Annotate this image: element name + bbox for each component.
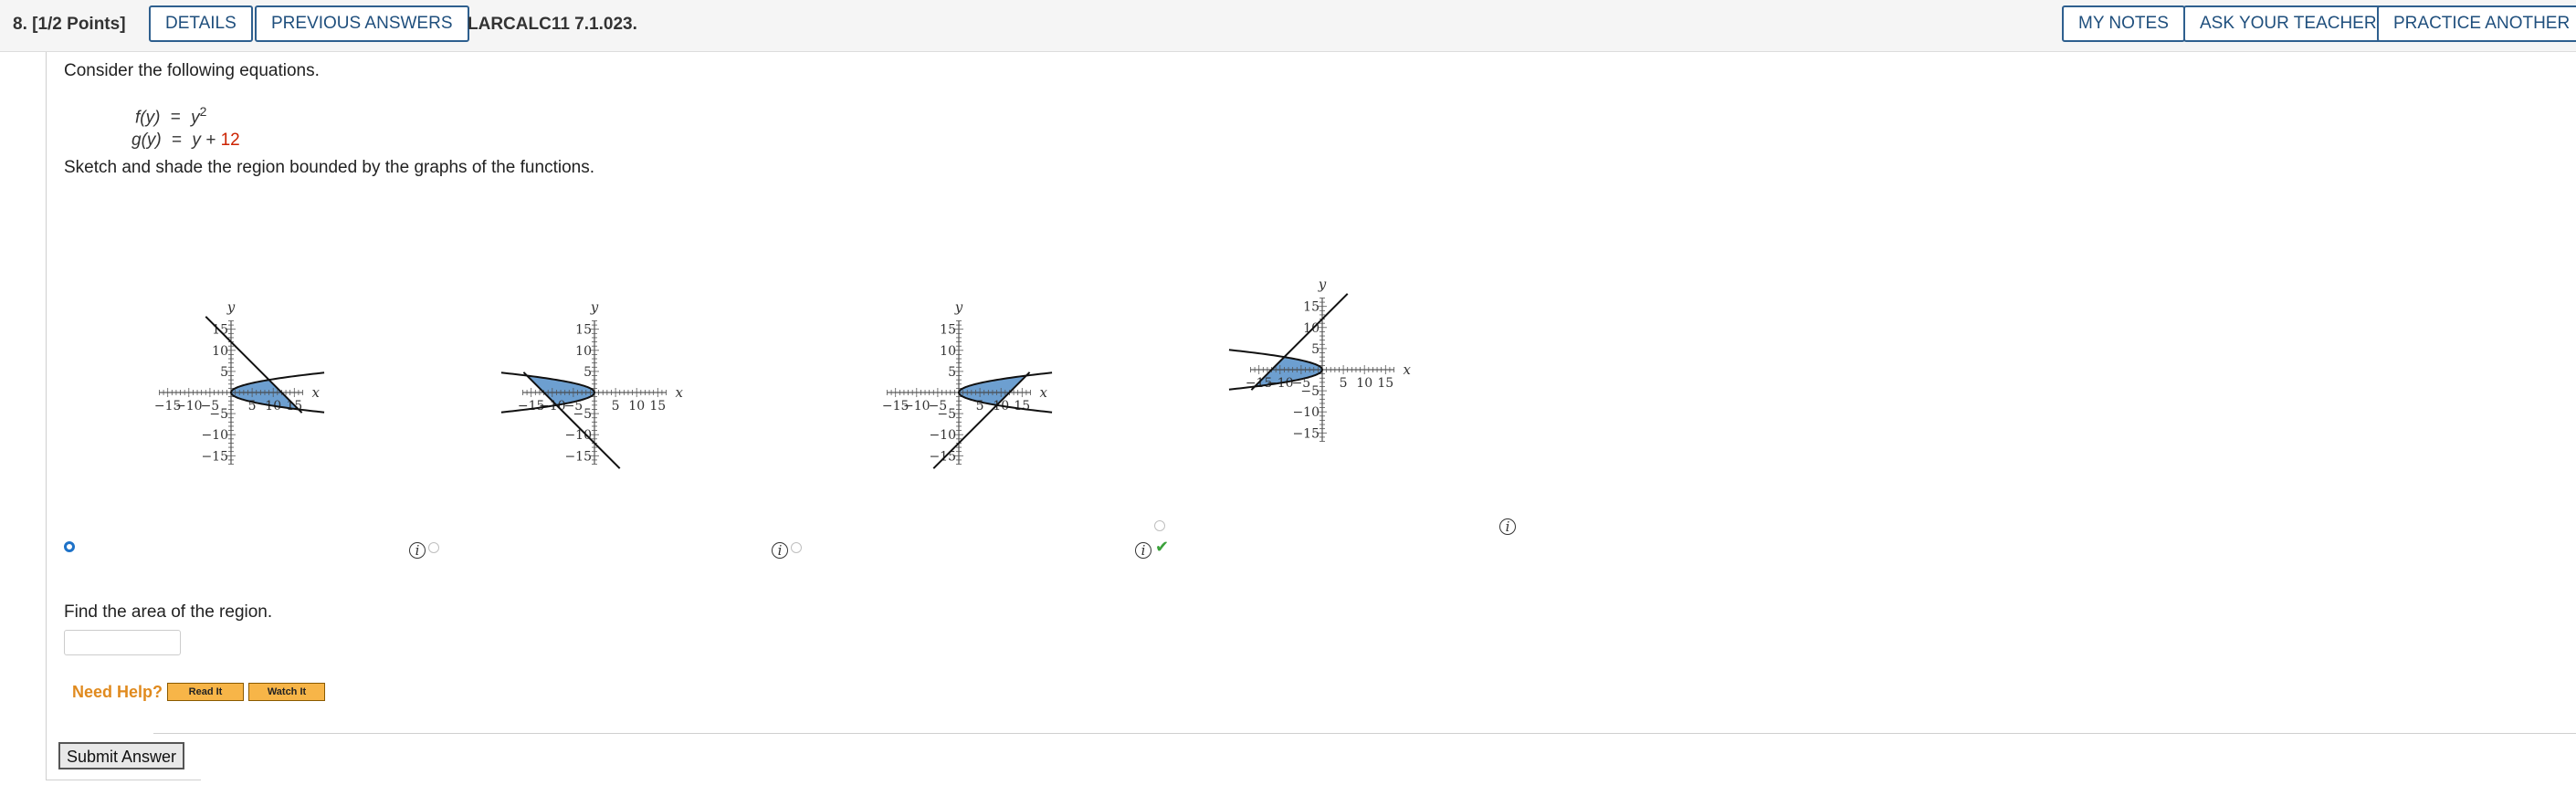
- x-axis-label: x: [1040, 384, 1048, 401]
- y-axis-label: y: [226, 298, 236, 315]
- question-number: 8. [1/2 Points]: [13, 15, 126, 34]
- y-tick-label: −15: [564, 449, 592, 464]
- y-tick-label: 10: [575, 344, 592, 359]
- y-tick-label: −10: [201, 428, 228, 443]
- y-axis-label: y: [1318, 276, 1327, 292]
- y-tick-label: −5: [1300, 384, 1320, 399]
- equation-g-lhs: g(y): [131, 131, 162, 150]
- x-tick-label: 5: [1340, 376, 1348, 391]
- y-tick-label: 15: [1303, 300, 1320, 315]
- y-tick-label: −5: [573, 407, 592, 422]
- x-tick-label: 10: [628, 399, 645, 413]
- y-tick-label: −10: [1292, 405, 1320, 420]
- y-tick-label: −10: [929, 428, 956, 443]
- details-button[interactable]: DETAILS: [149, 5, 253, 42]
- y-axis-label: y: [590, 298, 599, 315]
- correct-check-icon: ✔: [1155, 538, 1170, 556]
- y-tick-label: 15: [940, 323, 956, 338]
- y-tick-label: −15: [1292, 426, 1320, 441]
- x-tick-label: 15: [1377, 376, 1393, 391]
- area-answer-input[interactable]: [64, 630, 181, 655]
- ask-your-teacher-button[interactable]: ASK YOUR TEACHER: [2183, 5, 2393, 42]
- info-icon[interactable]: i: [1135, 542, 1151, 559]
- y-tick-label: −5: [209, 407, 228, 422]
- y-tick-label: 5: [1311, 342, 1320, 357]
- y-tick-label: 10: [212, 344, 228, 359]
- read-it-button[interactable]: Read It: [167, 683, 244, 701]
- y-tick-label: 5: [220, 365, 228, 380]
- equation-g-equals: =: [172, 131, 183, 150]
- info-icon[interactable]: i: [1499, 518, 1516, 535]
- x-tick-label: −10: [175, 399, 203, 413]
- equation-g: g(y) = y + 12: [131, 131, 240, 151]
- sketch-instruction: Sketch and shade the region bounded by t…: [64, 158, 594, 177]
- y-tick-label: −15: [929, 449, 956, 464]
- x-tick-label: 15: [1014, 399, 1030, 413]
- y-tick-label: 15: [575, 323, 592, 338]
- graph-option-3-radio[interactable]: [791, 542, 802, 553]
- question-header: 8. [1/2 Points] DETAILS PREVIOUS ANSWERS…: [0, 0, 2576, 52]
- divider: [153, 733, 2576, 734]
- x-axis-label: x: [1404, 361, 1412, 378]
- info-icon[interactable]: i: [772, 542, 788, 559]
- y-tick-label: 5: [584, 365, 592, 380]
- need-help-label: Need Help?: [72, 683, 163, 701]
- x-tick-label: 15: [649, 399, 666, 413]
- equation-f-lhs: f(y): [135, 108, 161, 128]
- graph-option-4: −15−15−10−10−5−55510101515xy: [1228, 276, 1412, 442]
- watch-it-button[interactable]: Watch It: [248, 683, 325, 701]
- x-axis-label: x: [312, 384, 321, 401]
- y-tick-label: −15: [201, 449, 228, 464]
- graph-option-1-radio[interactable]: [64, 541, 75, 552]
- equation-f: f(y) = y2: [135, 104, 206, 128]
- x-tick-label: −10: [903, 399, 931, 413]
- equation-g-constant: 12: [220, 131, 240, 150]
- problem-code: LARCALC11 7.1.023.: [468, 15, 637, 34]
- equation-f-rhs: y: [191, 108, 200, 128]
- submit-answer-button[interactable]: Submit Answer: [58, 742, 184, 769]
- y-axis-label: y: [954, 298, 963, 315]
- area-prompt: Find the area of the region.: [64, 602, 273, 622]
- equation-f-exponent: 2: [199, 104, 207, 119]
- practice-another-button[interactable]: PRACTICE ANOTHER: [2377, 5, 2576, 42]
- graph-option-4-radio[interactable]: [1154, 520, 1165, 531]
- y-tick-label: 10: [940, 344, 956, 359]
- previous-answers-button[interactable]: PREVIOUS ANSWERS: [255, 5, 469, 42]
- x-tick-label: 5: [612, 399, 620, 413]
- my-notes-button[interactable]: MY NOTES: [2062, 5, 2185, 42]
- y-tick-label: −5: [937, 407, 956, 422]
- equation-f-equals: =: [170, 108, 181, 128]
- x-axis-label: x: [676, 384, 684, 401]
- x-tick-label: 10: [1356, 376, 1372, 391]
- graph-option-2-radio[interactable]: [428, 542, 439, 553]
- y-tick-label: 5: [948, 365, 956, 380]
- question-intro: Consider the following equations.: [64, 61, 320, 80]
- info-icon[interactable]: i: [409, 542, 426, 559]
- equation-g-rhs: y +: [192, 131, 216, 150]
